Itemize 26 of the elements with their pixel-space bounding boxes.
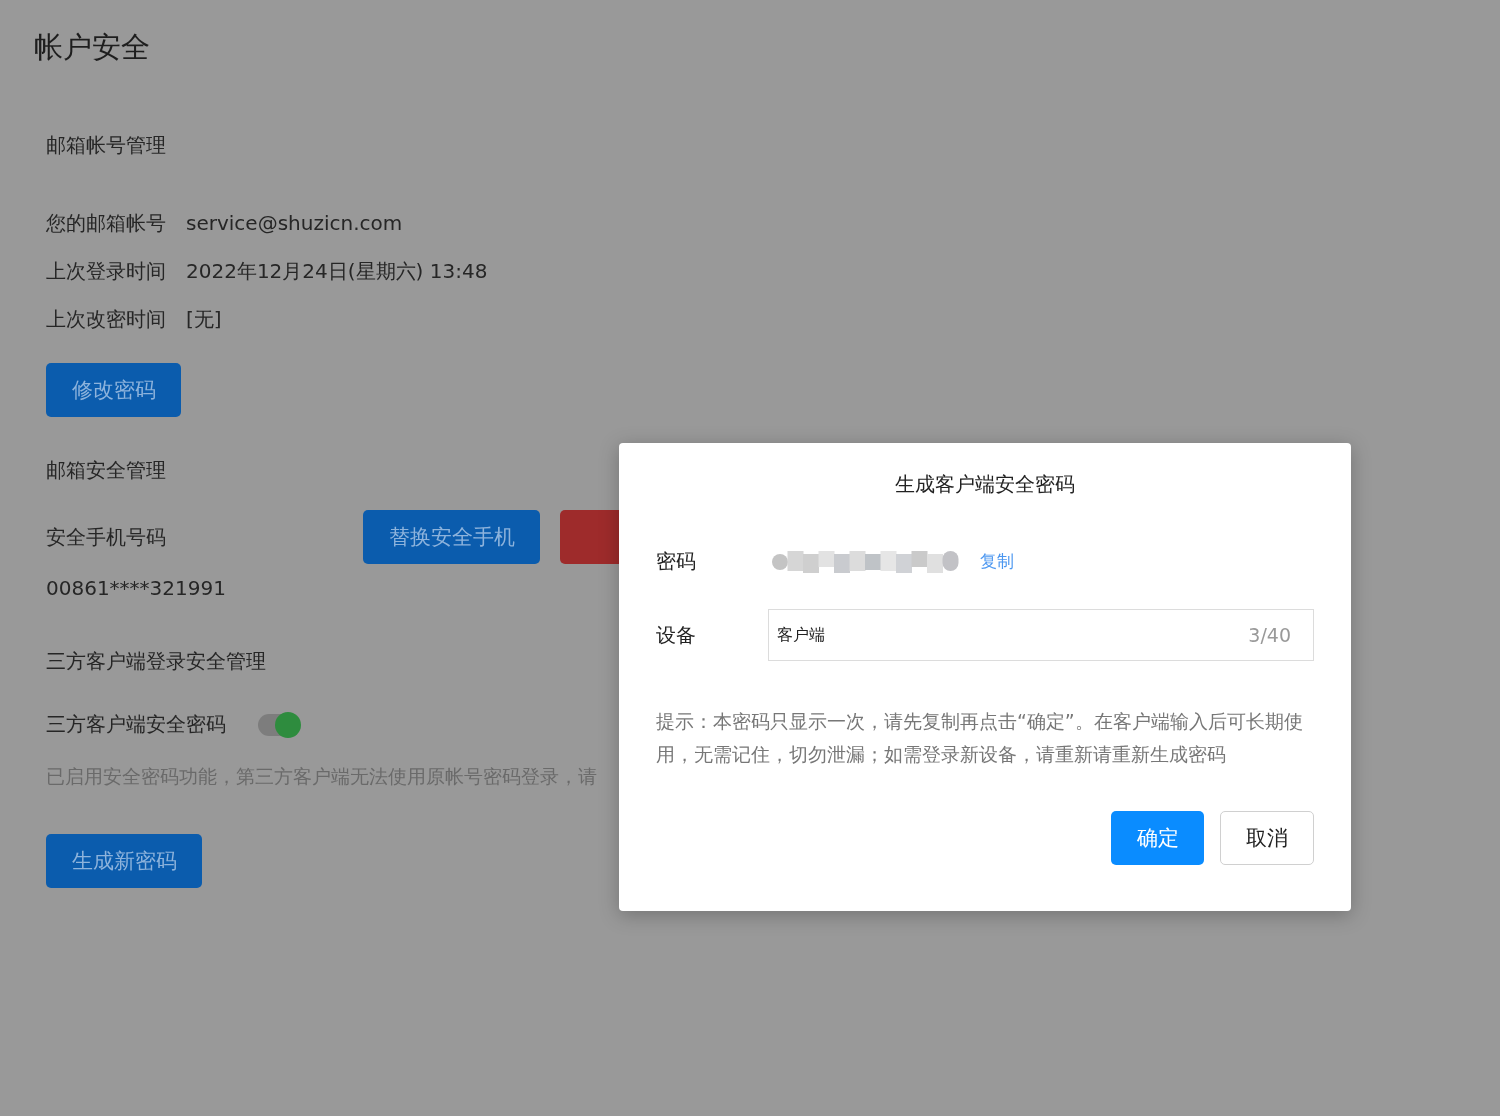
field-label: 上次登录时间 xyxy=(46,257,166,285)
section-heading: 邮箱安全管理 xyxy=(46,457,166,484)
change-password-button[interactable]: 修改密码 xyxy=(46,363,181,417)
copy-link[interactable]: 复制 xyxy=(980,550,1014,573)
device-input-field[interactable]: 客户端 3/40 xyxy=(768,609,1314,661)
field-value: [无] xyxy=(186,305,222,333)
toggle-label: 三方客户端安全密码 xyxy=(46,711,226,738)
char-counter: 3/40 xyxy=(1248,624,1291,646)
section-heading: 三方客户端登录安全管理 xyxy=(46,648,266,675)
field-label: 密码 xyxy=(656,548,697,575)
toggle-switch[interactable] xyxy=(258,713,300,736)
cancel-button[interactable]: 取消 xyxy=(1220,811,1314,865)
generate-password-button[interactable]: 生成新密码 xyxy=(46,834,202,888)
page-title: 帐户安全 xyxy=(34,29,151,66)
replace-phone-button[interactable]: 替换安全手机 xyxy=(363,510,540,564)
dialog-title: 生成客户端安全密码 xyxy=(894,471,1076,498)
field-label: 上次改密时间 xyxy=(46,305,166,333)
phone-number: 00861****321991 xyxy=(46,576,226,600)
confirm-button[interactable]: 确定 xyxy=(1111,811,1204,865)
section-heading: 邮箱帐号管理 xyxy=(46,132,166,159)
hint-text: 提示：本密码只显示一次，请先复制再点击“确定”。在客户端输入后可长期使用，无需记住，切勿泄漏；如需登录新设备，请重新请重新生成密码 xyxy=(656,709,1304,767)
field-label: 您的邮箱帐号 xyxy=(46,209,166,237)
field-label: 安全手机号码 xyxy=(46,523,167,551)
field-label: 设备 xyxy=(656,621,697,649)
field-value: service@shuzicn.com xyxy=(186,211,403,235)
field-value: 2022年12月24日(星期六) 13:48 xyxy=(186,257,488,285)
